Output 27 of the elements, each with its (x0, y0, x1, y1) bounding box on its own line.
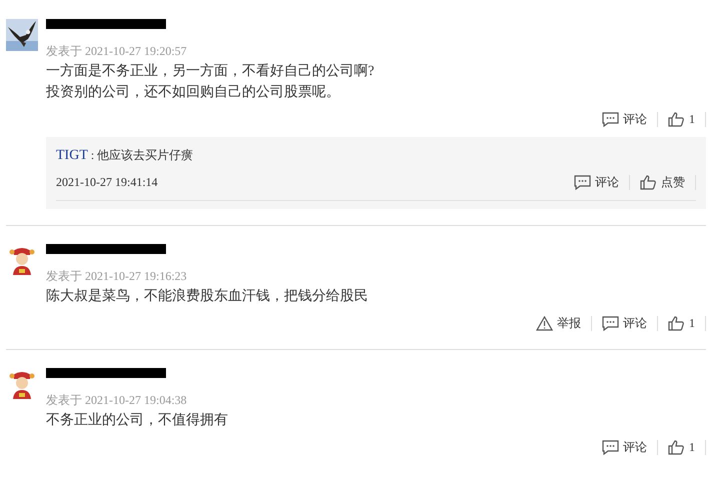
username-link[interactable]: TIGT (56, 148, 88, 163)
speech-bubble-icon (602, 440, 619, 454)
speech-bubble-icon (602, 112, 619, 126)
thumbs-up-icon (668, 316, 685, 330)
like-button[interactable]: 1 (658, 112, 706, 126)
thumbs-up-icon (668, 112, 685, 126)
reply-text: : 他应该去买片仔癀 (90, 148, 194, 162)
post-date: 发表于 2021-10-27 19:20:57 (46, 43, 187, 59)
reply-date: 2021-10-27 19:41:14 (56, 174, 158, 191)
comment-text: 一方面是不务正业，另一方面，不看好自己的公司啊? 投资别的公司，还不如回购自己的公司股票呢。 (46, 62, 376, 102)
speech-bubble-icon (574, 174, 591, 190)
like-button[interactable]: 1 (658, 316, 706, 330)
like-button[interactable]: 1 (658, 440, 706, 454)
post-date: 发表于 2021-10-27 19:04:38 (46, 392, 187, 408)
comment-button[interactable]: 评论 (592, 440, 658, 454)
thumbs-up-icon (668, 440, 685, 454)
comment-button[interactable]: 评论 (592, 112, 658, 126)
comment-button[interactable]: 评论 (592, 316, 658, 330)
like-button[interactable]: 点赞 (630, 174, 696, 190)
comment-text: 陈大叔是菜鸟，不能浪费股东血汗钱，把钱分给股民 (46, 287, 369, 306)
thumbs-up-icon (640, 174, 657, 190)
post-date: 发表于 2021-10-27 19:16:23 (46, 268, 187, 284)
warning-icon (536, 316, 553, 330)
comment-button[interactable]: 评论 (564, 174, 630, 190)
report-button[interactable]: 举报 (526, 316, 592, 330)
speech-bubble-icon (602, 316, 619, 330)
comment-text: 不务正业的公司，不值得拥有 (46, 412, 229, 430)
